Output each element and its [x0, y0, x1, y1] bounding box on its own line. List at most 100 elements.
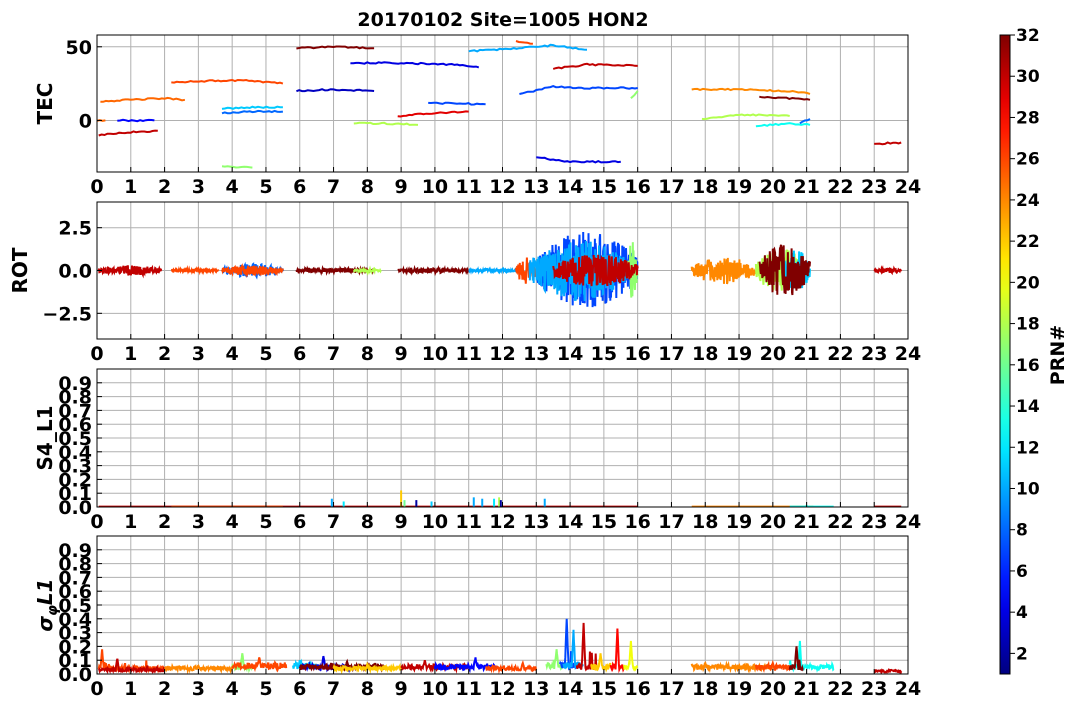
- x-tick-label: 11: [455, 343, 481, 365]
- series-line: [170, 265, 220, 276]
- colorbar-tick-label: 12: [1016, 438, 1040, 458]
- x-tick-label: 7: [327, 176, 340, 198]
- x-tick-label: 15: [591, 678, 617, 700]
- x-tick-label: 9: [395, 176, 408, 198]
- colorbar-tick-label: 18: [1016, 315, 1040, 335]
- x-tick-label: 9: [395, 511, 408, 533]
- series-line: [468, 43, 588, 53]
- x-tick-label: 15: [591, 343, 617, 365]
- series-line: [397, 264, 470, 277]
- y-tick-label: 0.0: [58, 261, 92, 283]
- colorbar-tick-label: 16: [1016, 356, 1040, 376]
- y-axis: 2.5 0.0 −2.5: [42, 218, 102, 325]
- x-tick-label: 4: [226, 678, 239, 700]
- series-line: [874, 141, 902, 146]
- series-line: [799, 118, 811, 125]
- x-tick-label: 15: [591, 176, 617, 198]
- colorbar-tick-label: 2: [1016, 644, 1028, 664]
- x-tick-label: 18: [692, 343, 718, 365]
- panel-3: 0 1 2 3 4 5 6 7 8 9 10 11 12 13 14 15 16 17 18 19 20 21 22 23 24…: [33, 368, 921, 533]
- x-tick-label: 7: [327, 678, 340, 700]
- x-tick-label: 2: [158, 176, 171, 198]
- panel-2: 0 1 2 3 4 5 6 7 8 9 10 11 12 13 14 15 16 17 18 19 20 21 22 23 24…: [8, 201, 921, 365]
- x-tick-label: 10: [422, 343, 448, 365]
- series-line: [536, 156, 621, 164]
- x-tick-label: 18: [692, 678, 718, 700]
- series-line: [519, 85, 638, 95]
- x-tick-label: 0: [90, 511, 103, 533]
- x-tick-label: 23: [861, 511, 887, 533]
- grid: [96, 35, 909, 172]
- series-line: [221, 109, 284, 115]
- series-line: [428, 101, 486, 106]
- y-tick-label: 2.5: [58, 218, 92, 240]
- chart-title: 20170102 Site=1005 HON2: [357, 9, 648, 31]
- grid: [96, 536, 909, 675]
- series-line: [873, 265, 903, 276]
- x-tick-label: 23: [861, 343, 887, 365]
- x-tick-label: 10: [422, 678, 448, 700]
- x-tick-label: 10: [422, 511, 448, 533]
- x-tick-label: 7: [327, 511, 340, 533]
- y-axis: 0.00.10.20.30.40.50.60.70.80.9: [58, 373, 102, 519]
- colorbar: 2468101214161820222426283032PRN#: [999, 26, 1069, 675]
- x-tick-label: 8: [361, 176, 374, 198]
- x-tick-label: 16: [624, 511, 650, 533]
- x-tick-label: 21: [793, 343, 819, 365]
- x-tick-label: 6: [293, 176, 306, 198]
- x-tick-label: 5: [259, 678, 272, 700]
- x-tick-label: 8: [361, 678, 374, 700]
- x-tick-label: 22: [827, 678, 853, 700]
- x-tick-label: 21: [793, 176, 819, 198]
- series-line: [515, 40, 533, 45]
- x-tick-label: 14: [557, 511, 583, 533]
- series-line: [609, 628, 626, 674]
- x-tick-label: 12: [489, 678, 515, 700]
- x-tick-label: 13: [523, 511, 549, 533]
- colorbar-tick-label: 20: [1016, 273, 1040, 293]
- x-tick-label: 2: [158, 678, 171, 700]
- x-tick-label: 7: [327, 343, 340, 365]
- series-line: [100, 96, 186, 103]
- x-tick-label: 5: [259, 176, 272, 198]
- x-tick-label: 2: [158, 511, 171, 533]
- data-layer: [97, 231, 903, 308]
- y-tick-label: 50: [66, 37, 92, 59]
- x-tick-label: 17: [658, 343, 684, 365]
- x-tick-label: 15: [591, 511, 617, 533]
- series-line: [98, 129, 158, 137]
- y-axis: 0.00.10.20.30.40.50.60.70.80.9: [58, 540, 102, 686]
- x-tick-label: 3: [192, 343, 205, 365]
- x-tick-label: 13: [523, 678, 549, 700]
- y-tick-label: 0: [79, 110, 92, 132]
- x-tick-label: 4: [226, 176, 239, 198]
- colorbar-tick-label: 4: [1016, 603, 1028, 623]
- x-tick-label: 4: [226, 511, 239, 533]
- x-tick-label: 19: [726, 343, 752, 365]
- x-tick-label: 17: [658, 176, 684, 198]
- series-line: [691, 87, 811, 95]
- x-tick-label: 0: [90, 176, 103, 198]
- panel-1: 0 1 2 3 4 5 6 7 8 9 10 11 12 13 14 15 16 17 18 19 20 21 22 23 24…: [33, 34, 921, 198]
- series-line: [468, 266, 521, 275]
- x-tick-label: 24: [895, 176, 921, 198]
- x-tick-label: 1: [124, 343, 137, 365]
- x-tick-label: 13: [523, 176, 549, 198]
- x-tick-label: 2: [158, 343, 171, 365]
- x-tick-label: 16: [624, 176, 650, 198]
- x-tick-label: 24: [895, 678, 921, 700]
- x-tick-label: 18: [692, 511, 718, 533]
- x-tick-label: 11: [455, 678, 481, 700]
- y-axis-label: TEC: [33, 83, 57, 125]
- colorbar-tick-label: 28: [1016, 108, 1040, 128]
- y-axis-label: σφL1: [33, 578, 61, 631]
- x-tick-label: 22: [827, 511, 853, 533]
- x-tick-label: 19: [726, 511, 752, 533]
- x-tick-label: 19: [726, 678, 752, 700]
- x-tick-label: 9: [395, 678, 408, 700]
- x-tick-label: 23: [861, 176, 887, 198]
- x-tick-label: 18: [692, 176, 718, 198]
- series-line: [221, 165, 253, 169]
- x-tick-label: 20: [760, 343, 786, 365]
- x-tick-label: 4: [226, 343, 239, 365]
